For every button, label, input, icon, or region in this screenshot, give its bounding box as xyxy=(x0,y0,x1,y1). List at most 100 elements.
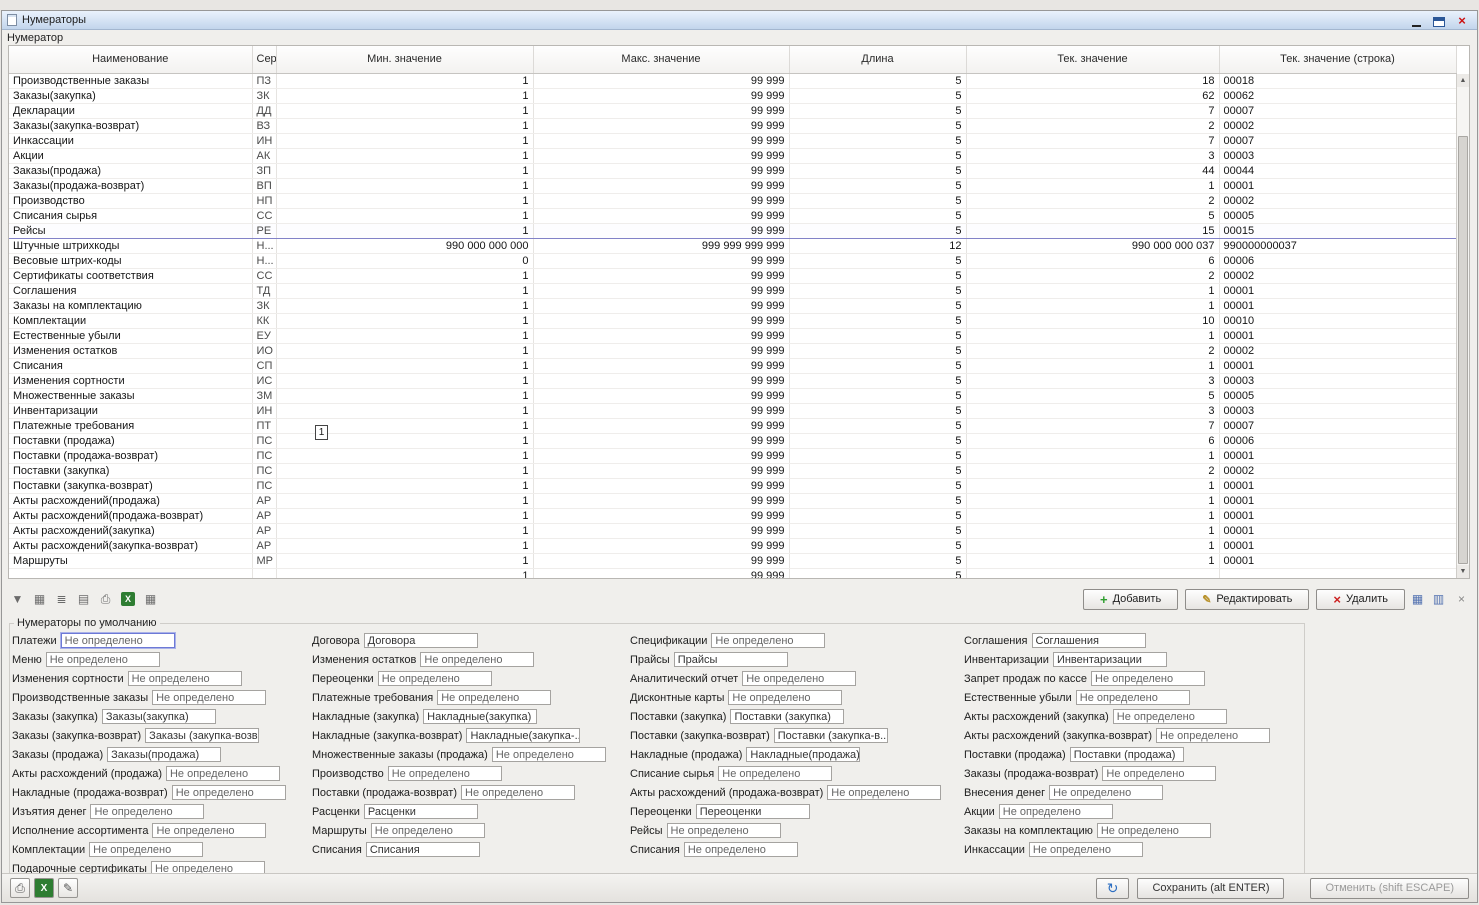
table-cell[interactable]: 5 xyxy=(789,508,966,523)
field-input[interactable]: Не определено xyxy=(1113,709,1227,724)
field-input[interactable]: Не определено xyxy=(827,785,941,800)
table-cell[interactable]: 00007 xyxy=(1219,133,1456,148)
field-input[interactable]: Не определено xyxy=(378,671,492,686)
table-cell[interactable]: 99 999 xyxy=(533,223,789,238)
table-cell[interactable]: Акции xyxy=(9,148,252,163)
table-row[interactable]: Заказы(продажа)ЗП199 99954400044 xyxy=(9,163,1456,178)
column-header[interactable]: Сер xyxy=(252,46,276,73)
excel-export-icon[interactable]: X xyxy=(34,878,54,898)
table-cell[interactable]: 00007 xyxy=(1219,103,1456,118)
field-input[interactable]: Не определено xyxy=(492,747,606,762)
table-cell[interactable]: 44 xyxy=(966,163,1219,178)
table-cell[interactable]: 99 999 xyxy=(533,508,789,523)
save-button[interactable]: Сохранить (alt ENTER) xyxy=(1137,878,1284,899)
table-cell[interactable]: ПЗ xyxy=(252,73,276,88)
table-cell[interactable]: 00001 xyxy=(1219,478,1456,493)
field-input[interactable]: Не определено xyxy=(1097,823,1211,838)
column-header[interactable]: Макс. значение xyxy=(533,46,789,73)
field-input[interactable]: Не определено xyxy=(90,804,204,819)
field-input[interactable]: Накладные(продажа) xyxy=(746,747,860,762)
table-cell[interactable]: 6 xyxy=(966,253,1219,268)
table-cell[interactable]: 7 xyxy=(966,418,1219,433)
table-cell[interactable]: 99 999 xyxy=(533,418,789,433)
table-row[interactable]: СоглашенияТД199 9995100001 xyxy=(9,283,1456,298)
table-cell[interactable]: 5 xyxy=(789,88,966,103)
table-cell[interactable]: 00001 xyxy=(1219,178,1456,193)
table-cell[interactable] xyxy=(1219,568,1456,579)
table-cell[interactable]: 00001 xyxy=(1219,358,1456,373)
table-cell[interactable]: Списания сырья xyxy=(9,208,252,223)
table-cell[interactable]: 1 xyxy=(276,88,533,103)
table-cell[interactable]: ПС xyxy=(252,448,276,463)
table-cell[interactable]: ИН xyxy=(252,403,276,418)
table-cell[interactable]: 00002 xyxy=(1219,118,1456,133)
table-cell[interactable]: 7 xyxy=(966,103,1219,118)
field-input[interactable]: Не определено xyxy=(89,842,203,857)
table-cell[interactable]: 0 xyxy=(276,253,533,268)
table-cell[interactable]: 1 xyxy=(276,283,533,298)
table-cell[interactable]: 1 xyxy=(276,463,533,478)
field-input[interactable]: Не определено xyxy=(684,842,798,857)
table-cell[interactable]: 1 xyxy=(276,508,533,523)
table-cell[interactable]: 1 xyxy=(276,133,533,148)
table-cell[interactable]: 1 xyxy=(276,103,533,118)
column-header[interactable]: Тек. значение (строка) xyxy=(1219,46,1456,73)
table-cell[interactable]: ИН xyxy=(252,133,276,148)
table-cell[interactable] xyxy=(966,568,1219,579)
table-row[interactable]: СписанияСП199 9995100001 xyxy=(9,358,1456,373)
table-cell[interactable]: ПС xyxy=(252,478,276,493)
table-cell[interactable]: 00003 xyxy=(1219,148,1456,163)
table-cell[interactable]: 5 xyxy=(789,73,966,88)
table-cell[interactable]: Акты расхождений(закупка-возврат) xyxy=(9,538,252,553)
table-row[interactable]: Изменения сортностиИС199 9995300003 xyxy=(9,373,1456,388)
table-cell[interactable]: 1 xyxy=(276,208,533,223)
table-cell[interactable]: Заказы на комплектацию xyxy=(9,298,252,313)
field-input[interactable]: Не определено xyxy=(1102,766,1216,781)
table-cell[interactable]: 1 xyxy=(966,523,1219,538)
table-cell[interactable]: 12 xyxy=(789,238,966,253)
table-cell[interactable]: Инкассации xyxy=(9,133,252,148)
table-cell[interactable]: 99 999 xyxy=(533,148,789,163)
table-cell[interactable]: СС xyxy=(252,268,276,283)
table-cell[interactable]: ЕУ xyxy=(252,328,276,343)
table-cell[interactable]: ИО xyxy=(252,343,276,358)
table-cell[interactable]: 99 999 xyxy=(533,433,789,448)
scroll-up-icon[interactable]: ▲ xyxy=(1457,74,1469,87)
columns-icon[interactable]: ▦ xyxy=(30,590,49,608)
table-row[interactable]: Поставки (продажа-возврат)ПС199 99951000… xyxy=(9,448,1456,463)
table-cell[interactable]: 00003 xyxy=(1219,373,1456,388)
field-input[interactable]: Договора xyxy=(364,633,478,648)
field-input[interactable]: Не определено xyxy=(172,785,286,800)
table-cell[interactable]: 99 999 xyxy=(533,448,789,463)
field-input[interactable]: Не определено xyxy=(128,671,242,686)
table-cell[interactable]: 99 999 xyxy=(533,373,789,388)
table-cell[interactable]: 1 xyxy=(276,568,533,579)
table-cell[interactable]: 5 xyxy=(789,388,966,403)
table-cell[interactable]: 5 xyxy=(789,298,966,313)
table-cell[interactable]: 99 999 xyxy=(533,358,789,373)
table-cell[interactable]: 99 999 xyxy=(533,268,789,283)
table-cell[interactable]: 5 xyxy=(789,463,966,478)
vertical-scrollbar[interactable]: ▲ ▼ xyxy=(1456,74,1469,578)
table-cell[interactable]: Множественные заказы xyxy=(9,388,252,403)
table-row[interactable]: Заказы(закупка-возврат)ВЗ199 9995200002 xyxy=(9,118,1456,133)
table-cell[interactable]: 00006 xyxy=(1219,433,1456,448)
table-cell[interactable]: 00001 xyxy=(1219,523,1456,538)
table-cell[interactable]: 7 xyxy=(966,133,1219,148)
table-cell[interactable]: 00002 xyxy=(1219,193,1456,208)
table-cell[interactable]: 00001 xyxy=(1219,298,1456,313)
table-cell[interactable]: СС xyxy=(252,208,276,223)
table-cell[interactable]: 00018 xyxy=(1219,73,1456,88)
table-cell[interactable]: Заказы(закупка) xyxy=(9,88,252,103)
table-cell[interactable]: Поставки (продажа) xyxy=(9,433,252,448)
table-cell[interactable]: Производство xyxy=(9,193,252,208)
table-cell[interactable]: 99 999 xyxy=(533,193,789,208)
field-input[interactable]: Поставки (продажа) xyxy=(1070,747,1184,762)
table-cell[interactable]: Производственные заказы xyxy=(9,73,252,88)
table-row[interactable]: Акты расхождений(продажа-возврат)АР199 9… xyxy=(9,508,1456,523)
sort-icon[interactable]: ≣ xyxy=(52,590,71,608)
table-cell[interactable]: АР xyxy=(252,493,276,508)
table-cell[interactable]: 2 xyxy=(966,268,1219,283)
table-cell[interactable]: 1 xyxy=(276,298,533,313)
table-row[interactable]: Весовые штрих-кодыН...099 9995600006 xyxy=(9,253,1456,268)
